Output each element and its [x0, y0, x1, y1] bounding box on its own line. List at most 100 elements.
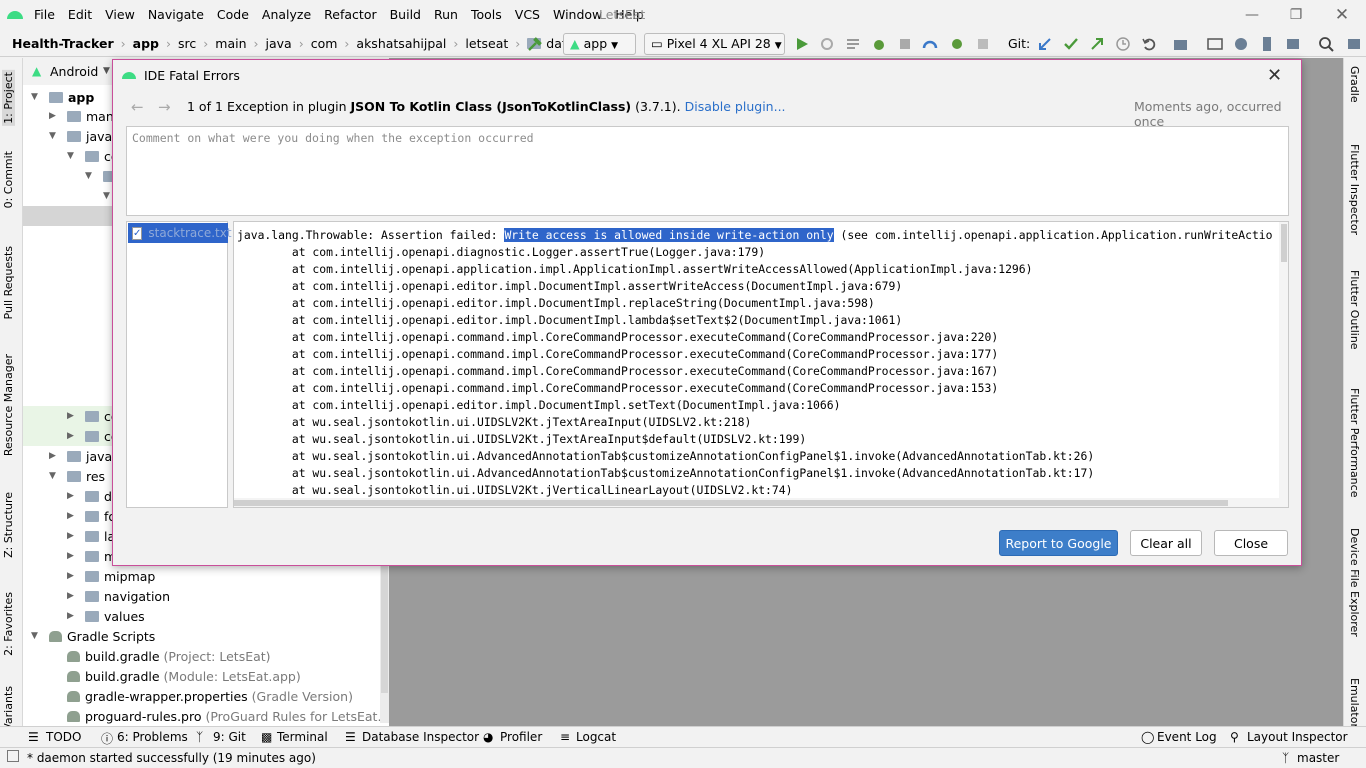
debug-icon[interactable] [871, 36, 887, 52]
clear-all-button[interactable]: Clear all [1130, 530, 1202, 556]
tab-git[interactable]: 9: Git [213, 730, 246, 744]
tab-gradle[interactable]: Gradle [1348, 66, 1361, 103]
git-update-icon[interactable] [1037, 36, 1053, 52]
tree-item-gradle-scripts[interactable]: ▼ Gradle Scripts [31, 626, 155, 646]
tab-device-file-explorer[interactable]: Device File Explorer [1348, 528, 1361, 637]
tab-database-inspector[interactable]: Database Inspector [362, 730, 479, 744]
restore-icon[interactable]: ❐ [1285, 4, 1307, 26]
stacktrace-vertical-scrollbar[interactable] [1279, 222, 1288, 507]
arrow-right-icon[interactable]: → [158, 98, 171, 116]
tree-item[interactable]: build.gradle (Module: LetsEat.app) [67, 666, 301, 686]
hammer-build-icon[interactable] [526, 35, 544, 53]
tab-flutter-inspector[interactable]: Flutter Inspector [1348, 144, 1361, 235]
tree-item[interactable]: ▶ values [67, 606, 145, 626]
tree-item[interactable]: ▼ java [49, 126, 112, 146]
crumb-letseat[interactable]: letseat [465, 36, 508, 51]
tab-structure[interactable]: Z: Structure [2, 492, 15, 558]
tab-flutter-performance[interactable]: Flutter Performance [1348, 388, 1361, 497]
git-commit-icon[interactable] [1063, 36, 1079, 52]
project-structure-icon[interactable] [1173, 36, 1189, 52]
tree-item-app[interactable]: ▼ app [31, 87, 94, 107]
crumb-project[interactable]: Health-Tracker [12, 36, 114, 51]
tab-pull-requests[interactable]: Pull Requests [2, 246, 15, 319]
tree-item[interactable]: proguard-rules.pro (ProGuard Rules for L… [67, 706, 410, 726]
tab-flutter-outline[interactable]: Flutter Outline [1348, 270, 1361, 350]
tree-item[interactable]: ▶ dr [67, 486, 117, 506]
attachment-item[interactable]: ✓ stacktrace.txt [128, 223, 232, 243]
tab-layout-inspector[interactable]: Layout Inspector [1247, 730, 1348, 744]
tab-resource-manager[interactable]: Resource Manager [2, 354, 15, 456]
search-icon[interactable] [1318, 36, 1334, 52]
tab-profiler[interactable]: Profiler [500, 730, 542, 744]
close-button[interactable]: Close [1214, 530, 1288, 556]
apply-changes-icon[interactable] [845, 36, 861, 52]
disable-plugin-link[interactable]: Disable plugin... [685, 99, 786, 114]
menu-tools[interactable]: Tools [471, 7, 502, 22]
rerun-icon[interactable] [819, 36, 835, 52]
tab-todo[interactable]: TODO [46, 730, 81, 744]
tab-problems[interactable]: 6: Problems [117, 730, 188, 744]
run-icon[interactable] [794, 36, 810, 52]
tree-item[interactable]: gradle-wrapper.properties (Gradle Versio… [67, 686, 353, 706]
menu-window[interactable]: Window [553, 7, 602, 22]
stop-icon[interactable] [975, 36, 991, 52]
coverage-icon[interactable] [949, 36, 965, 52]
chevron-down-icon[interactable]: ▼ [103, 66, 110, 76]
run-config-select[interactable]: ▲ app ▼ [563, 33, 636, 55]
tree-item[interactable]: ▶ manif [49, 106, 122, 126]
menu-build[interactable]: Build [390, 7, 421, 22]
stacktrace-view[interactable]: java.lang.Throwable: Assertion failed: W… [233, 221, 1289, 508]
menu-code[interactable]: Code [217, 7, 249, 22]
sdk-manager-icon[interactable] [1207, 36, 1223, 52]
device-select[interactable]: ▭ Pixel 4 XL API 28 ▼ [644, 33, 785, 55]
tree-item[interactable]: ▶co [67, 406, 119, 426]
menu-navigate[interactable]: Navigate [148, 7, 204, 22]
menu-refactor[interactable]: Refactor [324, 7, 376, 22]
tab-logcat[interactable]: Logcat [576, 730, 616, 744]
rollback-icon[interactable] [1141, 36, 1157, 52]
tree-item[interactable]: ▼co [67, 146, 119, 166]
project-view-select[interactable]: Android [50, 64, 98, 79]
settings-icon[interactable] [1346, 36, 1362, 52]
tab-emulator[interactable]: Emulator [1348, 678, 1361, 728]
crumb-java[interactable]: java [266, 36, 292, 51]
tab-event-log[interactable]: Event Log [1157, 730, 1217, 744]
tree-item[interactable]: ▶ fo [67, 506, 116, 526]
menu-view[interactable]: View [105, 7, 135, 22]
tree-item[interactable]: ▶ mipmap [67, 566, 155, 586]
crumb-com[interactable]: com [311, 36, 338, 51]
status-message[interactable]: * daemon started successfully (19 minute… [27, 751, 316, 765]
checkbox-checked-icon[interactable]: ✓ [132, 226, 143, 240]
tab-commit[interactable]: 0: Commit [2, 151, 15, 208]
crumb-main[interactable]: main [215, 36, 246, 51]
minimize-icon[interactable]: — [1241, 4, 1263, 26]
menu-analyze[interactable]: Analyze [262, 7, 311, 22]
tree-item[interactable]: ▼ res [49, 466, 105, 486]
menu-file[interactable]: File [34, 7, 55, 22]
device-manager-icon[interactable] [1259, 36, 1275, 52]
crumb-package[interactable]: akshatsahijpal [356, 36, 446, 51]
tab-favorites[interactable]: 2: Favorites [2, 592, 15, 656]
git-branch[interactable]: master [1297, 751, 1339, 765]
stacktrace-horizontal-scrollbar[interactable] [234, 498, 1279, 507]
avd-manager-icon[interactable] [1233, 36, 1249, 52]
tree-item[interactable]: ▶ m [67, 546, 116, 566]
crumb-src[interactable]: src [178, 36, 196, 51]
profile-icon[interactable] [922, 36, 938, 52]
tree-item[interactable]: ▶ navigation [67, 586, 170, 606]
tree-item[interactable]: ▶co [67, 426, 119, 446]
tree-item[interactable]: build.gradle (Project: LetsEat) [67, 646, 271, 666]
git-history-icon[interactable] [1115, 36, 1131, 52]
menu-vcs[interactable]: VCS [515, 7, 540, 22]
comment-textarea[interactable]: Comment on what were you doing when the … [126, 126, 1289, 216]
toggle-tool-windows-icon[interactable] [7, 750, 19, 762]
attach-debugger-icon[interactable] [897, 36, 913, 52]
sync-gradle-icon[interactable] [1285, 36, 1301, 52]
git-push-icon[interactable] [1089, 36, 1105, 52]
tree-item[interactable]: ▶ java ( [49, 446, 121, 466]
menu-edit[interactable]: Edit [68, 7, 92, 22]
tab-project[interactable]: 1: Project [2, 70, 15, 126]
crumb-module[interactable]: app [133, 36, 159, 51]
close-icon[interactable]: ✕ [1267, 65, 1282, 86]
report-to-google-button[interactable]: Report to Google [999, 530, 1118, 556]
